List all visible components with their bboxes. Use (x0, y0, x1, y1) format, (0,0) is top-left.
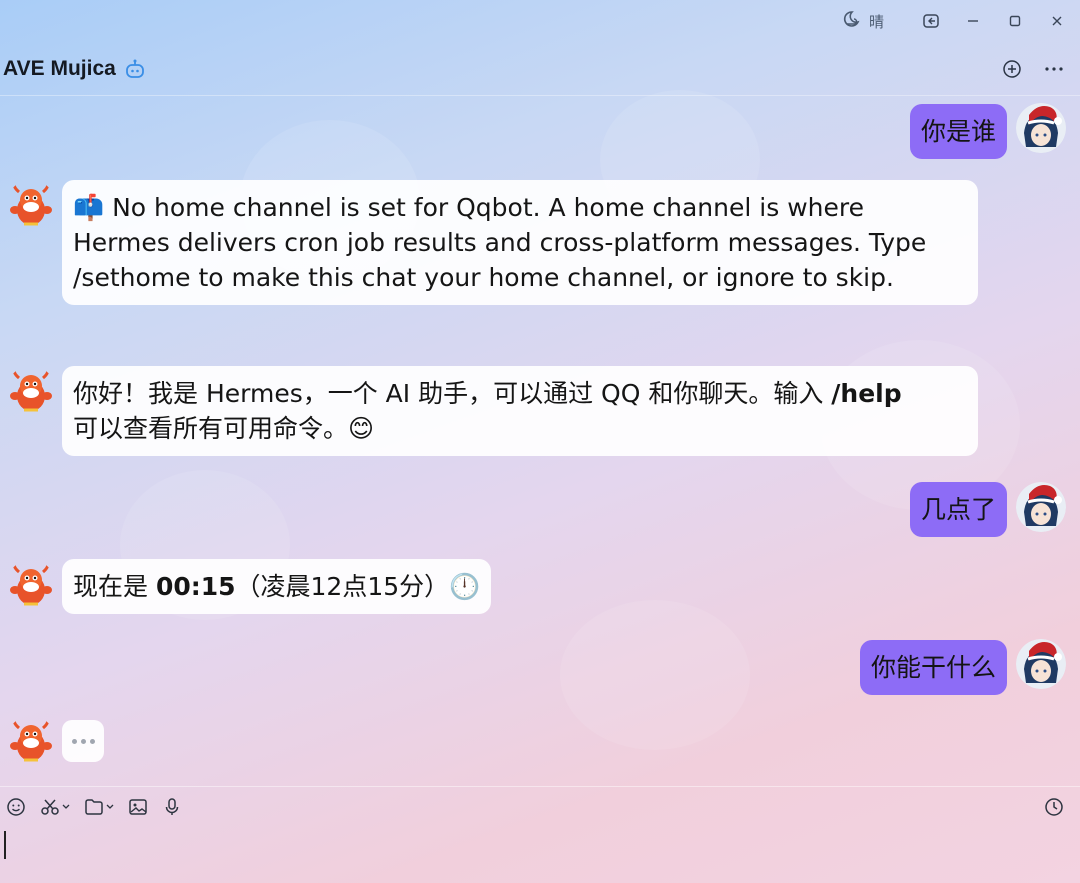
message-text: 你好！我是 Hermes，一个 AI 助手，可以通过 QQ 和你聊天。输入 (73, 379, 832, 408)
message-text: 几点了 (920, 495, 996, 524)
bot-icon (124, 58, 146, 80)
microphone-icon (165, 798, 179, 815)
smile-emoji-icon: 😊 (348, 414, 375, 443)
chat-title: AVE Mujica (3, 56, 116, 80)
my-message-bubble[interactable]: 几点了 (909, 482, 1007, 537)
bot-avatar[interactable] (6, 716, 56, 766)
clock-emoji-icon: 🕛 (449, 572, 481, 601)
message-text: 现在是 (73, 572, 156, 601)
more-button[interactable] (1042, 57, 1066, 81)
emoji-icon (7, 798, 25, 816)
clock-icon (1045, 798, 1063, 816)
typing-indicator (62, 720, 104, 762)
text-input-caret[interactable] (4, 831, 6, 859)
message-text: No home channel is set for Qqbot. A home… (73, 193, 927, 292)
message-composer (0, 786, 1080, 883)
composer-toolbar (6, 797, 182, 817)
history-button[interactable] (1044, 797, 1064, 821)
bot-message-bubble[interactable]: 现在是 00:15（凌晨12点15分）🕛 (62, 559, 492, 614)
command-text: /help (831, 379, 902, 408)
screenshot-button[interactable] (40, 797, 70, 817)
message-text: 可以查看所有可用命令。 (73, 414, 349, 443)
moon-cloud-icon (841, 9, 861, 33)
image-button[interactable] (128, 798, 148, 816)
message-text: 你是谁 (920, 117, 996, 146)
more-icon (1045, 67, 1063, 71)
my-avatar[interactable] (1016, 639, 1066, 689)
pin-window-button[interactable] (910, 0, 952, 42)
typing-dot (80, 738, 86, 744)
weather-widget[interactable]: 晴 (841, 9, 884, 33)
add-button[interactable] (1000, 57, 1024, 81)
weather-text: 晴 (868, 12, 884, 31)
bot-message-bubble[interactable]: 你好！我是 Hermes，一个 AI 助手，可以通过 QQ 和你聊天。输入 /h… (62, 366, 978, 456)
pin-window-icon (923, 14, 939, 28)
add-icon (1003, 60, 1021, 78)
my-avatar[interactable] (1016, 103, 1066, 153)
image-icon (129, 799, 147, 815)
scissors-icon (41, 799, 59, 815)
voice-button[interactable] (162, 797, 182, 817)
typing-dot (89, 738, 95, 744)
bot-avatar[interactable] (6, 180, 56, 230)
bot-avatar[interactable] (6, 366, 56, 416)
mailbox-emoji-icon: 📫 (73, 193, 105, 222)
my-message-bubble[interactable]: 你是谁 (909, 104, 1007, 159)
minimize-button[interactable] (952, 0, 994, 42)
message-text: 你能干什么 (870, 653, 996, 682)
maximize-icon (1009, 15, 1021, 27)
bot-message-bubble[interactable]: 📫 No home channel is set for Qqbot. A ho… (62, 180, 978, 305)
maximize-button[interactable] (994, 0, 1036, 42)
close-icon (1052, 16, 1062, 26)
typing-dot (71, 738, 77, 744)
time-text: 00:15 (155, 572, 236, 601)
chevron-down-icon (106, 804, 114, 809)
minimize-icon (968, 20, 978, 22)
my-avatar[interactable] (1016, 482, 1066, 532)
close-button[interactable] (1036, 0, 1078, 42)
file-button[interactable] (84, 798, 114, 816)
folder-icon (85, 799, 103, 815)
window-titlebar: 晴 (0, 0, 1080, 42)
emoji-button[interactable] (6, 797, 26, 817)
message-list[interactable]: 你是谁 📫 No home channel is set for Qqbot. … (0, 96, 1080, 786)
my-message-bubble[interactable]: 你能干什么 (859, 640, 1007, 695)
bot-avatar[interactable] (6, 560, 56, 610)
message-text: （凌晨12点15分） (235, 572, 450, 601)
chevron-down-icon (62, 804, 70, 809)
chat-header: AVE Mujica (0, 42, 1080, 96)
